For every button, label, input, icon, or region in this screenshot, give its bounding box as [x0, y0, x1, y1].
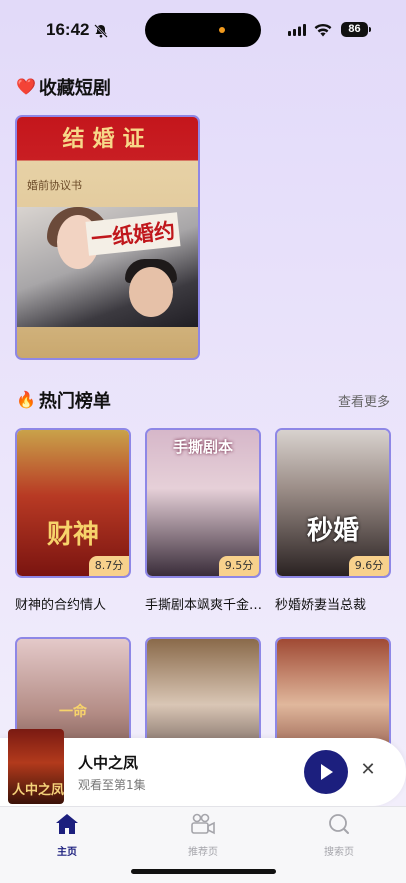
- mini-player-title: 人中之凤: [78, 754, 139, 772]
- heart-icon: ❤️: [16, 77, 36, 96]
- poster-figure: [129, 267, 173, 317]
- hot-list-heading: 🔥 热门榜单: [16, 387, 111, 413]
- tab-label: 主页: [57, 847, 77, 858]
- wifi-icon: [314, 23, 332, 37]
- close-icon[interactable]: ✕: [358, 760, 378, 780]
- play-icon: [321, 764, 333, 780]
- battery-tip: [369, 27, 371, 32]
- mini-player-progress: 观看至第1集: [78, 778, 146, 792]
- battery-indicator: 86: [341, 22, 368, 37]
- poster-header-text: 结婚证: [62, 126, 153, 152]
- hot-list-title: 热门榜单: [38, 391, 111, 412]
- search-icon: [329, 814, 349, 834]
- status-bar: 16:42 86: [0, 0, 406, 60]
- tab-label: 搜索页: [324, 847, 354, 858]
- favorites-title: 收藏短剧: [38, 78, 111, 99]
- mini-player-thumbnail: 人中之凤: [8, 729, 64, 804]
- drama-card[interactable]: 秒婚 9.6分: [275, 428, 391, 578]
- drama-poster: [277, 430, 389, 576]
- view-more-link[interactable]: 查看更多: [338, 391, 390, 410]
- poster-sub-text: 婚前协议书: [27, 179, 82, 192]
- poster-title-text: 一命: [59, 704, 87, 720]
- drama-name[interactable]: 手撕剧本飒爽千金美爆了: [145, 594, 263, 613]
- drama-name[interactable]: 财神的合约情人: [15, 594, 133, 613]
- drama-name[interactable]: 秒婚娇妻当总裁: [275, 594, 393, 613]
- dynamic-island: [145, 13, 261, 47]
- fire-icon: 🔥: [16, 390, 36, 409]
- drama-card[interactable]: 手撕剧本 9.5分: [145, 428, 261, 578]
- play-button[interactable]: [304, 750, 348, 794]
- home-indicator[interactable]: [131, 869, 276, 874]
- drama-poster: [17, 430, 129, 576]
- thumbnail-title-text: 人中之凤: [12, 783, 64, 798]
- poster-title-text: 秒婚: [306, 516, 359, 546]
- cellular-signal-icon: [288, 24, 306, 36]
- tab-search[interactable]: 搜索页: [299, 813, 379, 858]
- bell-muted-icon: [94, 24, 108, 38]
- favorite-drama-card[interactable]: 结婚证 婚前协议书 一纸婚约: [15, 115, 200, 360]
- video-camera-icon: [191, 813, 215, 835]
- home-icon: [56, 814, 78, 834]
- mini-player[interactable]: 人中之凤 人中之凤 观看至第1集 ✕: [0, 729, 406, 806]
- rating-badge: 9.6分: [349, 556, 389, 576]
- status-time: 16:42: [46, 20, 90, 39]
- poster-title-text: 手撕剧本: [172, 438, 233, 456]
- tab-recommend[interactable]: 推荐页: [163, 813, 243, 858]
- tab-label: 推荐页: [188, 847, 218, 858]
- tab-home[interactable]: 主页: [27, 813, 107, 858]
- drama-card[interactable]: 财神 8.7分: [15, 428, 131, 578]
- rating-badge: 9.5分: [219, 556, 259, 576]
- privacy-indicator: [219, 27, 225, 33]
- poster-title-text: 财神: [46, 520, 99, 550]
- rating-badge: 8.7分: [89, 556, 129, 576]
- favorites-heading: ❤️ 收藏短剧: [16, 74, 111, 100]
